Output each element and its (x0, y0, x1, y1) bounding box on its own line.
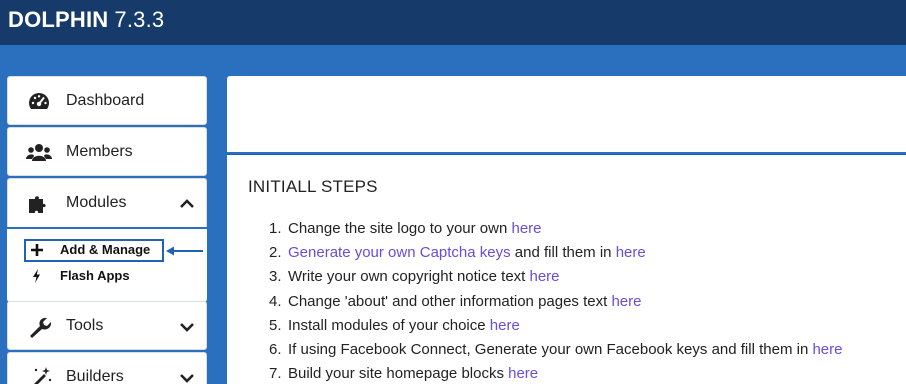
sidebar-item-modules[interactable]: Modules (7, 178, 207, 227)
sidebar-item-label: Members (66, 143, 133, 160)
step-text: Change the site logo to your own (288, 220, 512, 237)
chevron-down-icon (180, 374, 194, 383)
sidebar-item-dashboard[interactable]: Dashboard (7, 76, 207, 125)
sidebar-item-label: Modules (66, 194, 127, 211)
chevron-up-icon (180, 199, 194, 208)
step-number: 4. (269, 292, 282, 310)
modules-submenu: Add & Manage Flash Apps (7, 229, 207, 302)
step-text: Build your site homepage blocks (288, 365, 509, 383)
step-text: If using Facebook Connect, Generate your… (288, 340, 813, 358)
step-number: 2. (269, 244, 282, 262)
step-here-link[interactable]: here (616, 244, 646, 261)
step-item: 3. Write your own copyright notice text h… (269, 265, 842, 289)
submenu-item-label: Flash Apps (60, 268, 130, 283)
sidebar-item-tools[interactable]: Tools (7, 301, 207, 350)
step-item: 5. Install modules of your choice here (269, 314, 842, 338)
step-number: 3. (269, 268, 282, 286)
step-number: 1. (269, 220, 282, 237)
step-item: 6. If using Facebook Connect, Generate yo… (269, 338, 842, 362)
submenu-item-label: Add & Manage (60, 242, 151, 257)
step-here-link[interactable]: here (511, 220, 541, 237)
sidebar-item-members[interactable]: Members (7, 127, 207, 176)
step-text: Install modules of your choice (288, 316, 490, 334)
wrench-icon (30, 317, 52, 338)
content-main-panel: INITIALL STEPS 1. Change the site logo to… (227, 154, 906, 384)
magic-wand-icon (34, 367, 52, 384)
step-number: 5. (269, 316, 282, 334)
sidebar-item-builders[interactable]: Builders (7, 352, 207, 384)
content-header-panel (227, 76, 906, 152)
chevron-down-icon (180, 323, 194, 332)
step-number: 7. (269, 365, 282, 383)
bolt-icon (33, 269, 40, 283)
step-number: 6. (269, 340, 282, 358)
plus-icon (31, 244, 43, 256)
pointer-arrow-icon (166, 246, 203, 256)
brand-version: 7.3.3 (114, 7, 165, 32)
submenu-item-add-manage[interactable]: Add & Manage (24, 239, 164, 262)
initial-steps-list: 1. Change the site logo to your own here 2… (269, 217, 842, 384)
section-heading: INITIALL STEPS (248, 177, 378, 196)
brand-name: DOLPHIN (8, 7, 109, 32)
sidebar-item-label: Dashboard (66, 92, 145, 109)
step-link[interactable]: Generate your own Captcha keys (288, 244, 511, 261)
sidebar-item-label: Builders (66, 368, 124, 384)
submenu-item-flash-apps[interactable]: Flash Apps (26, 267, 162, 286)
step-text: Change 'about' and other information pag… (288, 292, 612, 310)
step-here-link[interactable]: here (812, 341, 842, 358)
step-here-link[interactable]: here (490, 317, 520, 334)
step-item: 4. Change 'about' and other information p… (269, 290, 842, 314)
step-item: 2. Generate your own Captcha keys and fil… (269, 241, 842, 265)
step-text: and fill them in (510, 244, 616, 262)
step-item: 1. Change the site logo to your own here (269, 217, 842, 241)
step-here-link[interactable]: here (611, 293, 641, 310)
dashboard-icon (29, 93, 49, 109)
step-here-link[interactable]: here (530, 268, 560, 285)
members-icon (26, 144, 52, 161)
puzzle-icon (29, 196, 46, 213)
step-text: Write your own copyright notice text (288, 268, 530, 286)
top-header-bar: DOLPHIN 7.3.3 (0, 0, 906, 45)
app-brand[interactable]: DOLPHIN 7.3.3 (8, 7, 164, 33)
sidebar-item-label: Tools (66, 317, 104, 334)
step-item: 7. Build your site homepage blocks here (269, 362, 842, 384)
step-here-link[interactable]: here (508, 365, 538, 382)
